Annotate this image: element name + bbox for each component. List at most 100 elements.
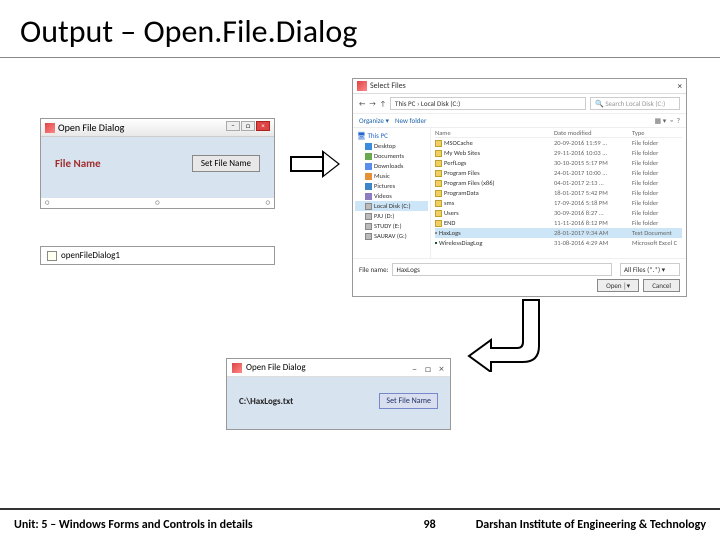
maximize-icon[interactable]: □ xyxy=(241,121,255,131)
filter-combo[interactable]: All Files (*.*) ▾ xyxy=(620,263,680,276)
nav-back-icon[interactable]: ← xyxy=(359,99,365,108)
sidebar-item[interactable]: Pictures xyxy=(355,181,428,191)
details-icon[interactable]: ▫ xyxy=(670,116,672,125)
help-icon[interactable]: ? xyxy=(677,116,680,125)
close-icon[interactable]: × xyxy=(256,121,270,131)
result-window: Open File Dialog – □ × C:\HaxLogs.txt Se… xyxy=(226,358,451,430)
dialog-main: 🖥 This PC DesktopDocumentsDownloadsMusic… xyxy=(353,128,686,258)
file-icon xyxy=(435,140,442,147)
path-box[interactable]: This PC › Local Disk (C:) xyxy=(390,97,586,110)
win3-maximize-icon[interactable]: □ xyxy=(425,362,431,375)
sidebar-item[interactable]: Music xyxy=(355,171,428,181)
win3-minimize-icon[interactable]: – xyxy=(412,362,417,375)
file-row[interactable]: sms17-09-2016 5:18 PMFile folder xyxy=(435,198,682,208)
open-button[interactable]: Open │▾ xyxy=(597,279,639,292)
nav-pane: 🖥 This PC DesktopDocumentsDownloadsMusic… xyxy=(353,128,431,258)
win3-body: C:\HaxLogs.txt Set File Name xyxy=(227,377,450,429)
win3-set-button[interactable]: Set File Name xyxy=(379,393,438,409)
file-icon xyxy=(435,242,437,244)
minimize-icon[interactable]: – xyxy=(226,121,240,131)
cancel-button[interactable]: Cancel xyxy=(643,279,680,292)
col-date[interactable]: Date modified xyxy=(554,129,632,137)
sidebar-item[interactable]: Videos xyxy=(355,191,428,201)
sidebar-item[interactable]: STUDY (E:) xyxy=(355,221,428,231)
file-icon xyxy=(435,210,442,217)
win3-close-icon[interactable]: × xyxy=(439,362,444,375)
filename-label: File Name xyxy=(55,157,101,170)
nav-fwd-icon[interactable]: → xyxy=(369,99,375,108)
app-icon xyxy=(45,123,55,133)
file-row[interactable]: HaxLogs28-01-2017 9:34 AMText Document xyxy=(435,228,682,238)
win1-title-text: Open File Dialog xyxy=(58,121,124,134)
win3-app-icon xyxy=(232,363,242,373)
sidebar-item[interactable]: PJU (D:) xyxy=(355,211,428,221)
file-row[interactable]: Users30-09-2016 8:27 ...File folder xyxy=(435,208,682,218)
dialog-bottom: File name: HaxLogs All Files (*.*) ▾ Ope… xyxy=(353,258,686,296)
sidebar-header[interactable]: 🖥 This PC xyxy=(355,130,428,141)
sidebar-item[interactable]: Documents xyxy=(355,151,428,161)
file-icon xyxy=(435,150,442,157)
component-name: openFileDialog1 xyxy=(61,250,120,261)
dialog-close-icon[interactable]: × xyxy=(678,81,682,92)
designer-handles: ○○○ xyxy=(41,198,274,208)
drive-icon xyxy=(365,233,372,240)
slide-title: Output – Open.File.Dialog xyxy=(0,0,720,58)
content-area: Open File Dialog – □ × File Name Set Fil… xyxy=(0,58,720,488)
designer-window: Open File Dialog – □ × File Name Set Fil… xyxy=(40,118,275,209)
file-row[interactable]: Program Files (x86)04-01-2017 2:13 ...Fi… xyxy=(435,178,682,188)
view-icon[interactable]: ▦ ▾ xyxy=(655,116,667,125)
search-input[interactable]: 🔍 Search Local Disk (C:) xyxy=(590,97,680,110)
win1-titlebar: Open File Dialog – □ × xyxy=(41,119,274,137)
file-icon xyxy=(435,232,437,234)
drive-icon xyxy=(365,143,372,150)
file-row[interactable]: END11-11-2016 8:12 PMFile folder xyxy=(435,218,682,228)
file-row[interactable]: MSOCache20-09-2016 11:59 ...File folder xyxy=(435,138,682,148)
drive-icon xyxy=(365,203,372,210)
nav-up-icon[interactable]: ↑ xyxy=(380,99,386,108)
drive-icon xyxy=(365,153,372,160)
filename-input[interactable]: HaxLogs xyxy=(392,263,612,276)
filename-field-label: File name: xyxy=(359,265,388,274)
column-headers: Name Date modified Type xyxy=(435,129,682,138)
sidebar-item[interactable]: SAURAV (G:) xyxy=(355,231,428,241)
footer-unit: Unit: 5 – Windows Forms and Controls in … xyxy=(14,518,253,532)
col-name[interactable]: Name xyxy=(435,129,554,137)
dialog-title: Select Files xyxy=(370,81,406,91)
footer-institute: Darshan Institute of Engineering & Techn… xyxy=(476,518,706,532)
set-filename-button[interactable]: Set File Name xyxy=(192,155,260,172)
address-bar: ← → ↑ This PC › Local Disk (C:) 🔍 Search… xyxy=(353,94,686,114)
sidebar-item[interactable]: Local Disk (C:) xyxy=(355,201,428,211)
sidebar-item[interactable]: Downloads xyxy=(355,161,428,171)
sidebar-item[interactable]: Desktop xyxy=(355,141,428,151)
file-icon xyxy=(435,170,442,177)
drive-icon xyxy=(365,163,372,170)
col-type[interactable]: Type xyxy=(632,129,682,137)
dialog-toolbar: Organize ▾ New folder ▦ ▾ ▫ ? xyxy=(353,114,686,128)
file-icon xyxy=(435,190,442,197)
organize-menu[interactable]: Organize ▾ xyxy=(359,116,389,125)
drive-icon xyxy=(365,223,372,230)
file-icon xyxy=(435,160,442,167)
win3-title: Open File Dialog xyxy=(246,362,306,373)
file-row[interactable]: WirelessDiagLog31-08-2016 4:29 AMMicroso… xyxy=(435,238,682,248)
result-path: C:\HaxLogs.txt xyxy=(239,396,293,407)
drive-icon xyxy=(365,213,372,220)
arrow-curve-icon xyxy=(467,296,547,372)
footer-page: 98 xyxy=(424,518,436,532)
file-row[interactable]: ProgramData18-01-2017 5:42 PMFile folder xyxy=(435,188,682,198)
drive-icon xyxy=(365,173,372,180)
file-list: Name Date modified Type MSOCache20-09-20… xyxy=(431,128,686,258)
file-icon xyxy=(435,220,442,227)
newfolder-button[interactable]: New folder xyxy=(395,116,426,125)
file-icon xyxy=(435,200,442,207)
file-row[interactable]: PerfLogs30-10-2015 5:17 PMFile folder xyxy=(435,158,682,168)
component-icon xyxy=(47,251,57,261)
arrow-right-icon xyxy=(290,150,340,178)
file-row[interactable]: My Web Sites29-11-2016 10:03 ...File fol… xyxy=(435,148,682,158)
file-row[interactable]: Program Files24-01-2017 10:00 ...File fo… xyxy=(435,168,682,178)
window-controls: – □ × xyxy=(226,121,270,131)
slide-footer: Unit: 5 – Windows Forms and Controls in … xyxy=(0,508,720,540)
win3-titlebar: Open File Dialog – □ × xyxy=(227,359,450,377)
open-file-dialog: Select Files × ← → ↑ This PC › Local Dis… xyxy=(352,78,687,297)
file-icon xyxy=(435,180,442,187)
